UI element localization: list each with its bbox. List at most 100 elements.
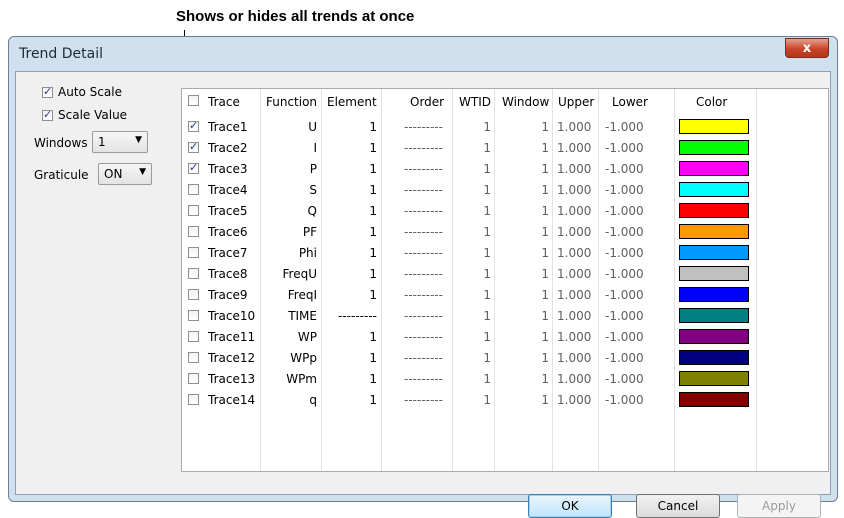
table-row[interactable]: Trace14 q 1 --------- 1 1 1.000 -1.000 xyxy=(182,390,828,411)
show-all-checkbox[interactable] xyxy=(188,95,199,106)
color-swatch[interactable] xyxy=(679,224,749,239)
upper-cell: 1.000 xyxy=(557,141,592,155)
order-cell: --------- xyxy=(404,225,443,239)
trend-table: Trace Function Element Order WTID Window… xyxy=(181,88,829,472)
table-row[interactable]: Trace6 PF 1 --------- 1 1 1.000 -1.000 xyxy=(182,222,828,243)
auto-scale-label: Auto Scale xyxy=(58,85,122,99)
trace-visibility-checkbox[interactable] xyxy=(188,184,199,195)
wtid-cell: 1 xyxy=(483,120,491,134)
trace-visibility-checkbox[interactable] xyxy=(188,310,199,321)
column-header-order: Order xyxy=(410,95,445,109)
window-cell: 1 xyxy=(541,309,549,323)
window-cell: 1 xyxy=(541,120,549,134)
element-cell: 1 xyxy=(369,225,377,239)
trace-name: Trace6 xyxy=(208,225,248,239)
lower-cell: -1.000 xyxy=(605,330,644,344)
order-cell: --------- xyxy=(404,246,443,260)
window-cell: 1 xyxy=(541,372,549,386)
color-swatch[interactable] xyxy=(679,119,749,134)
color-swatch[interactable] xyxy=(679,140,749,155)
upper-cell: 1.000 xyxy=(557,288,592,302)
trace-visibility-checkbox[interactable] xyxy=(188,247,199,258)
element-cell: 1 xyxy=(369,246,377,260)
upper-cell: 1.000 xyxy=(557,225,592,239)
upper-cell: 1.000 xyxy=(557,162,592,176)
table-row[interactable]: Trace11 WP 1 --------- 1 1 1.000 -1.000 xyxy=(182,327,828,348)
color-swatch[interactable] xyxy=(679,182,749,197)
window-cell: 1 xyxy=(541,183,549,197)
order-cell: --------- xyxy=(404,372,443,386)
trace-visibility-checkbox[interactable] xyxy=(188,331,199,342)
ok-button[interactable]: OK xyxy=(528,494,612,518)
cancel-button[interactable]: Cancel xyxy=(636,494,720,518)
element-cell: 1 xyxy=(369,141,377,155)
column-header-wtid: WTID xyxy=(459,95,491,109)
color-swatch[interactable] xyxy=(679,371,749,386)
color-swatch[interactable] xyxy=(679,266,749,281)
window-cell: 1 xyxy=(541,141,549,155)
trace-visibility-checkbox[interactable] xyxy=(188,394,199,405)
color-swatch[interactable] xyxy=(679,350,749,365)
upper-cell: 1.000 xyxy=(557,120,592,134)
lower-cell: -1.000 xyxy=(605,141,644,155)
trace-name: Trace8 xyxy=(208,267,248,281)
trace-visibility-checkbox[interactable] xyxy=(188,226,199,237)
window-cell: 1 xyxy=(541,351,549,365)
trace-visibility-checkbox[interactable] xyxy=(188,205,199,216)
color-swatch[interactable] xyxy=(679,161,749,176)
table-row[interactable]: Trace8 FreqU 1 --------- 1 1 1.000 -1.000 xyxy=(182,264,828,285)
graticule-select[interactable]: ON ▼ xyxy=(98,163,152,185)
table-row[interactable]: Trace12 WPp 1 --------- 1 1 1.000 -1.000 xyxy=(182,348,828,369)
table-row[interactable]: Trace4 S 1 --------- 1 1 1.000 -1.000 xyxy=(182,180,828,201)
table-row[interactable]: Trace3 P 1 --------- 1 1 1.000 -1.000 xyxy=(182,159,828,180)
close-button[interactable]: x xyxy=(785,38,829,58)
element-cell: 1 xyxy=(369,330,377,344)
table-row[interactable]: Trace2 I 1 --------- 1 1 1.000 -1.000 xyxy=(182,138,828,159)
element-cell: 1 xyxy=(369,351,377,365)
table-row[interactable]: Trace13 WPm 1 --------- 1 1 1.000 -1.000 xyxy=(182,369,828,390)
window-cell: 1 xyxy=(541,288,549,302)
color-swatch[interactable] xyxy=(679,392,749,407)
scale-value-checkbox[interactable] xyxy=(42,108,53,121)
trace-visibility-checkbox[interactable] xyxy=(188,352,199,363)
color-swatch[interactable] xyxy=(679,245,749,260)
trace-visibility-checkbox[interactable] xyxy=(188,373,199,384)
lower-cell: -1.000 xyxy=(605,204,644,218)
trace-visibility-checkbox[interactable] xyxy=(188,140,199,153)
upper-cell: 1.000 xyxy=(557,246,592,260)
color-swatch[interactable] xyxy=(679,287,749,302)
scale-value-option[interactable]: Scale Value xyxy=(42,108,127,122)
table-row[interactable]: Trace5 Q 1 --------- 1 1 1.000 -1.000 xyxy=(182,201,828,222)
table-row[interactable]: Trace10 TIME --------- --------- 1 1 1.000 -1.0… xyxy=(182,306,828,327)
trace-name: Trace2 xyxy=(208,141,248,155)
column-header-upper: Upper xyxy=(558,95,595,109)
trace-visibility-checkbox[interactable] xyxy=(188,268,199,279)
function-cell: q xyxy=(309,393,317,407)
auto-scale-checkbox[interactable] xyxy=(42,85,53,98)
chevron-down-icon: ▼ xyxy=(135,135,142,145)
wtid-cell: 1 xyxy=(483,288,491,302)
color-swatch[interactable] xyxy=(679,203,749,218)
window-cell: 1 xyxy=(541,393,549,407)
table-row[interactable]: Trace7 Phi 1 --------- 1 1 1.000 -1.000 xyxy=(182,243,828,264)
column-header-function: Function xyxy=(266,95,318,109)
function-cell: FreqI xyxy=(287,288,317,302)
trace-name: Trace1 xyxy=(208,120,248,134)
function-cell: P xyxy=(309,162,317,176)
column-header-window: Window xyxy=(502,95,550,109)
color-swatch[interactable] xyxy=(679,308,749,323)
table-row[interactable]: Trace1 U 1 --------- 1 1 1.000 -1.000 xyxy=(182,117,828,138)
color-swatch[interactable] xyxy=(679,329,749,344)
wtid-cell: 1 xyxy=(483,330,491,344)
chevron-down-icon: ▼ xyxy=(139,167,146,177)
trace-name: Trace3 xyxy=(208,162,248,176)
windows-select[interactable]: 1 ▼ xyxy=(92,131,148,153)
trace-visibility-checkbox[interactable] xyxy=(188,289,199,300)
trace-visibility-checkbox[interactable] xyxy=(188,161,199,174)
window-cell: 1 xyxy=(541,330,549,344)
auto-scale-option[interactable]: Auto Scale xyxy=(42,85,122,99)
apply-button[interactable]: Apply xyxy=(737,494,821,518)
trace-name: Trace9 xyxy=(208,288,248,302)
trace-visibility-checkbox[interactable] xyxy=(188,119,199,132)
table-row[interactable]: Trace9 FreqI 1 --------- 1 1 1.000 -1.000 xyxy=(182,285,828,306)
